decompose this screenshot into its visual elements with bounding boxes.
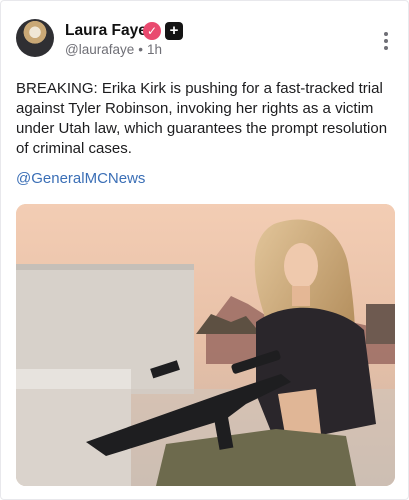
author-handle[interactable]: @laurafaye <box>65 42 134 57</box>
post-time[interactable]: 1h <box>147 42 162 57</box>
mention-link[interactable]: @GeneralMCNews <box>16 170 145 187</box>
author-name[interactable]: Laura Faye <box>65 22 147 40</box>
post-card: Laura Faye ✓ + @laurafaye • 1h BREAKING: E… <box>0 0 409 500</box>
more-vertical-icon[interactable] <box>384 32 388 53</box>
avatar[interactable] <box>16 19 54 57</box>
post-photo <box>16 204 395 486</box>
post-image[interactable] <box>16 204 395 486</box>
verified-badge-icon: ✓ <box>143 22 161 40</box>
plus-badge-icon[interactable]: + <box>165 22 183 40</box>
post-text: BREAKING: Erika Kirk is pushing for a fa… <box>16 80 388 157</box>
post-meta: @laurafaye • 1h <box>65 42 162 57</box>
meta-separator: • <box>138 42 143 57</box>
